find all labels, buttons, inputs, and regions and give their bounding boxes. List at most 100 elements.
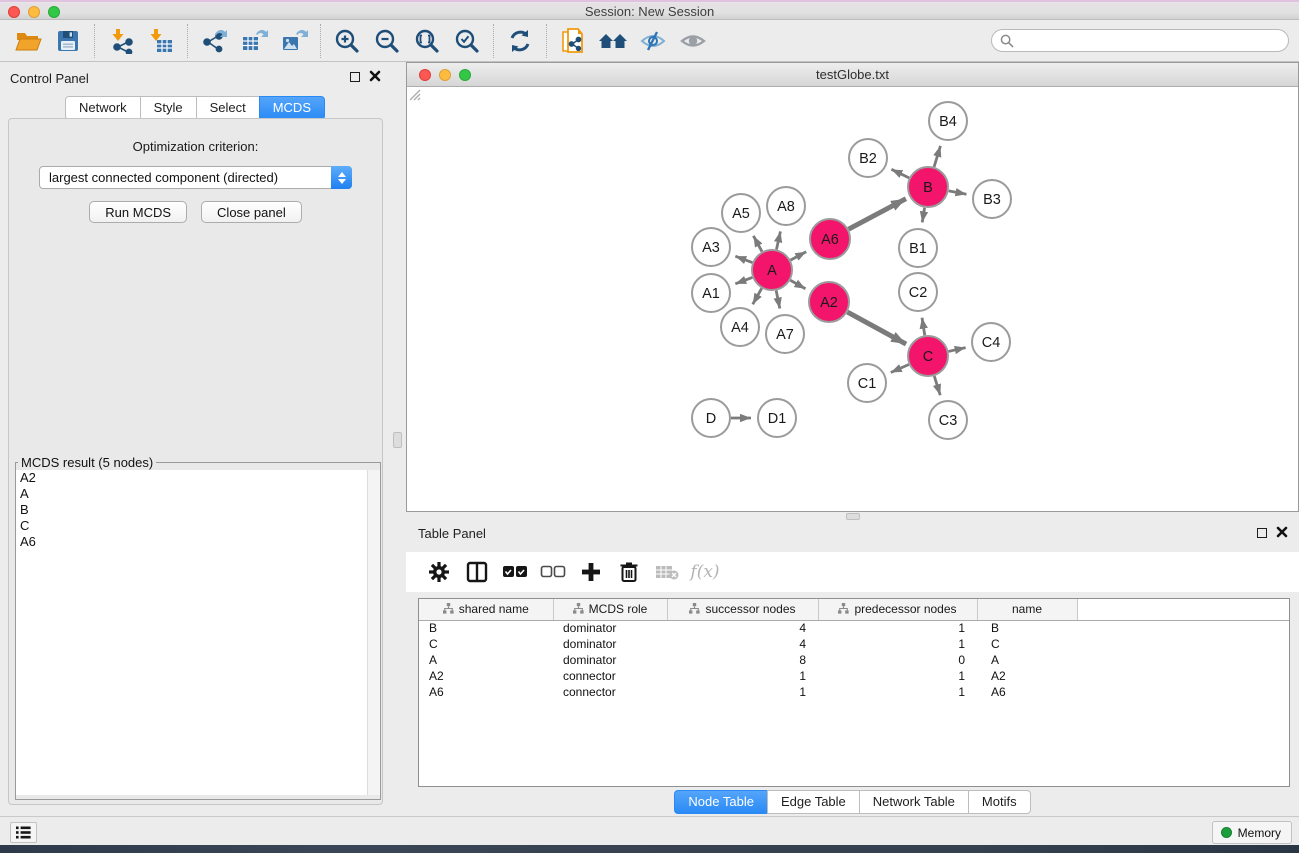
import-table-button[interactable]: [141, 24, 181, 58]
node-A[interactable]: A: [752, 250, 792, 290]
show-networks-button[interactable]: [593, 24, 633, 58]
tab-style[interactable]: Style: [140, 96, 197, 120]
node-C1[interactable]: C1: [848, 364, 886, 402]
node-D[interactable]: D: [692, 399, 730, 437]
edge-B-B4[interactable]: [934, 146, 940, 167]
float-table-panel-button[interactable]: [1255, 526, 1269, 540]
node-B3[interactable]: B3: [973, 180, 1011, 218]
network-canvas[interactable]: B4 B2 B B3 A8A5 A6 A3 B1 A A1 C2 A2 A4A7 C4 C C1 C3 D D1: [407, 87, 1298, 511]
export-network-button[interactable]: [194, 24, 234, 58]
node-A7[interactable]: A7: [766, 315, 804, 353]
column-header-successor-nodes[interactable]: successor nodes: [667, 599, 818, 620]
node-B2[interactable]: B2: [849, 139, 887, 177]
edge-A-A5[interactable]: [753, 236, 762, 252]
hide-graphics-button[interactable]: [633, 24, 673, 58]
node-C3[interactable]: C3: [929, 401, 967, 439]
edge-A-A1[interactable]: [735, 277, 752, 283]
node-B1[interactable]: B1: [899, 229, 937, 267]
node-A8[interactable]: A8: [767, 187, 805, 225]
node-B[interactable]: B: [908, 167, 948, 207]
tab-network[interactable]: Network: [65, 96, 141, 120]
column-header-MCDS-role[interactable]: MCDS role: [553, 599, 667, 620]
table-tab-edge-table[interactable]: Edge Table: [767, 790, 860, 814]
edge-B-B2[interactable]: [891, 169, 909, 178]
edge-A-A8[interactable]: [776, 231, 780, 249]
deselect-all-button[interactable]: [536, 556, 570, 588]
zoom-in-button[interactable]: [327, 24, 367, 58]
open-session-button[interactable]: [8, 24, 48, 58]
create-column-button[interactable]: [574, 556, 608, 588]
table-tab-node-table[interactable]: Node Table: [674, 790, 768, 814]
edge-A-A6[interactable]: [791, 252, 807, 260]
edge-B-B3[interactable]: [949, 191, 967, 194]
refresh-button[interactable]: [500, 24, 540, 58]
result-item[interactable]: A2: [16, 470, 380, 486]
vertical-splitter-grip[interactable]: [393, 432, 402, 448]
close-mcds-panel-button[interactable]: Close panel: [201, 201, 302, 223]
show-graphics-button[interactable]: [673, 24, 713, 58]
node-A5[interactable]: A5: [722, 194, 760, 232]
delete-column-button[interactable]: [612, 556, 646, 588]
node-C2[interactable]: C2: [899, 273, 937, 311]
table-row[interactable]: A6connector11A6: [419, 684, 1289, 700]
result-item[interactable]: C: [16, 518, 380, 534]
result-item[interactable]: B: [16, 502, 380, 518]
edge-A-A2[interactable]: [790, 280, 805, 289]
tab-select[interactable]: Select: [196, 96, 260, 120]
zoom-selected-button[interactable]: [447, 24, 487, 58]
table-tab-network-table[interactable]: Network Table: [859, 790, 969, 814]
float-panel-button[interactable]: [348, 70, 362, 84]
node-C4[interactable]: C4: [972, 323, 1010, 361]
node-A6[interactable]: A6: [810, 219, 850, 259]
select-all-button[interactable]: [498, 556, 532, 588]
result-scrollbar[interactable]: [367, 470, 380, 795]
split-panel-button[interactable]: [460, 556, 494, 588]
criterion-select[interactable]: largest connected component (directed): [39, 166, 352, 189]
table-row[interactable]: Bdominator41B: [419, 620, 1289, 636]
import-network-button[interactable]: [101, 24, 141, 58]
resize-grip-icon[interactable]: [407, 87, 421, 101]
search-input[interactable]: [1020, 33, 1280, 48]
result-item[interactable]: A: [16, 486, 380, 502]
node-C[interactable]: C: [908, 336, 948, 376]
edge-A6-B[interactable]: [849, 199, 906, 229]
table-settings-button[interactable]: [422, 556, 456, 588]
table-tab-motifs[interactable]: Motifs: [968, 790, 1031, 814]
export-image-button[interactable]: [274, 24, 314, 58]
node-D1[interactable]: D1: [758, 399, 796, 437]
node-A2[interactable]: A2: [809, 282, 849, 322]
edge-C-C1[interactable]: [891, 364, 909, 372]
new-network-from-selection-button[interactable]: [553, 24, 593, 58]
node-A3[interactable]: A3: [692, 228, 730, 266]
vertical-splitter[interactable]: [390, 62, 406, 816]
edge-C-C4[interactable]: [948, 348, 965, 352]
tab-mcds[interactable]: MCDS: [259, 96, 325, 120]
column-header-shared-name[interactable]: shared name: [419, 599, 553, 620]
close-panel-button[interactable]: [368, 70, 382, 84]
node-B4[interactable]: B4: [929, 102, 967, 140]
export-table-button[interactable]: [234, 24, 274, 58]
edge-A-A7[interactable]: [776, 291, 780, 309]
node-A4[interactable]: A4: [721, 308, 759, 346]
edge-C-C2[interactable]: [922, 318, 925, 336]
edge-A2-C[interactable]: [847, 312, 906, 344]
node-A1[interactable]: A1: [692, 274, 730, 312]
table-row[interactable]: Cdominator41C: [419, 636, 1289, 652]
table-row[interactable]: A2connector11A2: [419, 668, 1289, 684]
edge-C-C3[interactable]: [934, 376, 940, 395]
memory-button[interactable]: Memory: [1212, 821, 1292, 844]
edge-B-B1[interactable]: [922, 208, 924, 223]
run-mcds-button[interactable]: Run MCDS: [89, 201, 187, 223]
task-history-button[interactable]: [10, 822, 37, 843]
zoom-fit-button[interactable]: [407, 24, 447, 58]
edge-A-A3[interactable]: [735, 256, 752, 262]
column-header-predecessor-nodes[interactable]: predecessor nodes: [818, 599, 977, 620]
column-header-name[interactable]: name: [977, 599, 1077, 620]
horizontal-splitter-grip[interactable]: [846, 513, 860, 520]
zoom-out-button[interactable]: [367, 24, 407, 58]
edge-A-A4[interactable]: [753, 288, 762, 304]
result-item[interactable]: A6: [16, 534, 380, 550]
close-table-panel-button[interactable]: [1275, 526, 1289, 540]
table-row[interactable]: Adominator80A: [419, 652, 1289, 668]
save-session-button[interactable]: [48, 24, 88, 58]
